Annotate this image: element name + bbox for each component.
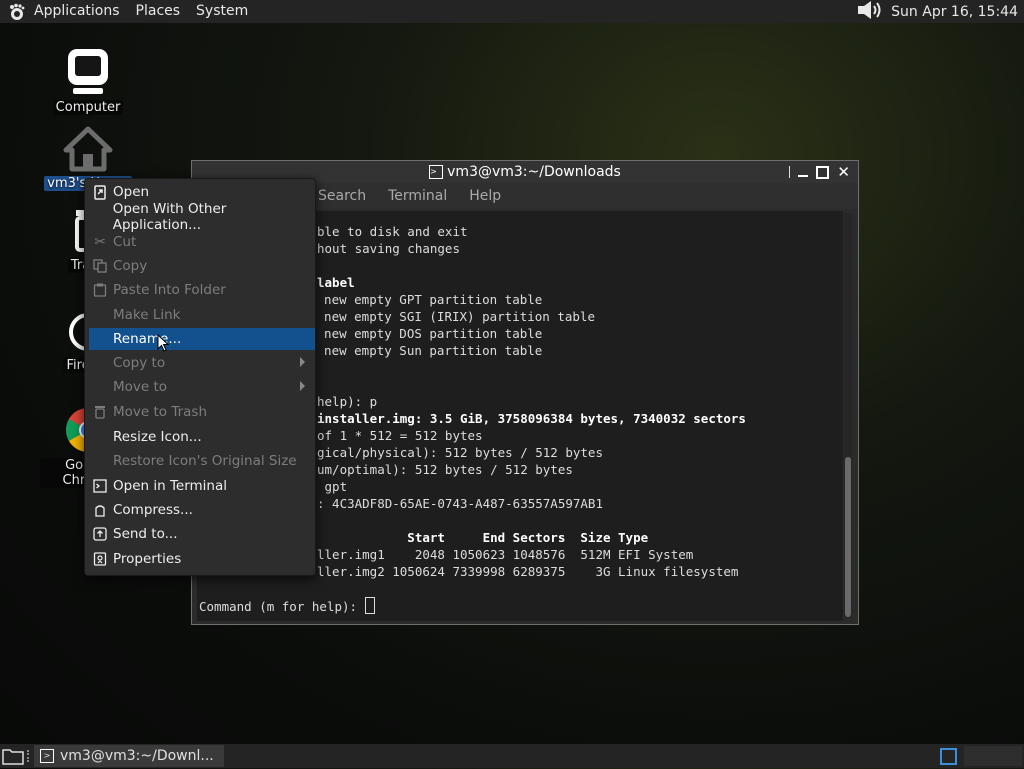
menu-terminal[interactable]: Terminal bbox=[388, 188, 447, 204]
terminal-line: new empty GPT partition table bbox=[309, 292, 543, 307]
desktop-icon-computer[interactable]: Computer bbox=[40, 46, 136, 115]
desktop-icon-label: Computer bbox=[52, 100, 124, 115]
terminal-prompt[interactable]: Command (m for help): bbox=[199, 597, 375, 614]
volume-icon[interactable] bbox=[857, 0, 885, 24]
menu-item-label: Properties bbox=[113, 551, 182, 567]
terminal-scrollbar[interactable] bbox=[844, 213, 852, 619]
menu-item-paste-into-folder: Paste Into Folder bbox=[89, 279, 315, 301]
menu-item-label: Send to... bbox=[113, 526, 178, 542]
places-menu[interactable]: Places bbox=[128, 0, 189, 23]
menu-item-label: Resize Icon... bbox=[113, 429, 202, 445]
menu-item-copy: Copy bbox=[89, 255, 315, 277]
paste-icon bbox=[92, 282, 108, 298]
menu-item-label: Rename... bbox=[113, 331, 182, 347]
show-desktop-icon[interactable] bbox=[2, 747, 24, 769]
menu-item-label: Move to Trash bbox=[113, 404, 208, 420]
context-menu: Open Open With Other Application... ✂ Cu… bbox=[84, 178, 316, 576]
terminal-line: label bbox=[317, 275, 355, 290]
terminal-line: gpt bbox=[317, 479, 348, 494]
menu-item-properties[interactable]: Properties bbox=[89, 548, 315, 570]
terminal-icon bbox=[92, 478, 108, 494]
terminal-line: new empty DOS partition table bbox=[309, 326, 543, 341]
terminal-line: new empty Sun partition table bbox=[309, 343, 543, 358]
copy-icon bbox=[92, 258, 108, 274]
menu-item-move-to-trash: Move to Trash bbox=[89, 401, 315, 423]
open-icon bbox=[92, 184, 108, 200]
send-icon bbox=[92, 526, 108, 542]
menu-item-label: Cut bbox=[113, 234, 137, 250]
menu-item-rename[interactable]: Rename... bbox=[89, 328, 315, 352]
terminal-line: hout saving changes bbox=[317, 241, 460, 256]
menu-item-label: Paste Into Folder bbox=[113, 282, 226, 298]
prompt-text: Command (m for help): bbox=[199, 599, 365, 614]
menu-item-resize-icon[interactable]: Resize Icon... bbox=[89, 426, 315, 448]
menu-item-label: Copy to bbox=[113, 355, 166, 371]
applications-menu[interactable]: Applications bbox=[26, 0, 128, 23]
menu-help[interactable]: Help bbox=[469, 188, 501, 204]
menu-item-copy-to: Copy to bbox=[89, 352, 315, 374]
workspace-switcher-2[interactable] bbox=[964, 746, 1022, 766]
menu-item-label: Open in Terminal bbox=[113, 478, 227, 494]
properties-icon bbox=[92, 551, 108, 567]
menu-item-label: Open With Other Application... bbox=[112, 201, 227, 233]
terminal-app-icon: > bbox=[40, 749, 54, 763]
workspace-switcher[interactable] bbox=[940, 748, 957, 765]
menu-item-cut: ✂ Cut bbox=[89, 231, 315, 253]
menu-item-label: Restore Icon's Original Size bbox=[113, 453, 297, 469]
computer-icon bbox=[68, 49, 108, 94]
close-icon[interactable]: ✕ bbox=[837, 163, 850, 181]
terminal-line: Start End Sectors Size Type bbox=[317, 530, 649, 545]
menu-item-label: Open bbox=[113, 184, 150, 200]
menu-item-label: Compress... bbox=[113, 502, 193, 518]
menu-item-compress[interactable]: Compress... bbox=[89, 499, 315, 521]
taskbar-button-terminal[interactable]: > vm3@vm3:~/Downl... bbox=[34, 745, 224, 767]
menu-item-move-to: Move to bbox=[89, 376, 315, 398]
bottom-panel: > vm3@vm3:~/Downl... bbox=[0, 744, 1024, 768]
terminal-line: ller.img2 1050624 7339998 6289375 3G Lin… bbox=[317, 564, 739, 579]
gnome-foot-icon[interactable] bbox=[8, 3, 26, 21]
compress-icon bbox=[92, 502, 108, 518]
menu-item-open-with[interactable]: Open With Other Application... bbox=[89, 201, 315, 233]
terminal-line: : 4C3ADF8D-65AE-0743-A487-63557A597AB1 bbox=[317, 496, 603, 511]
submenu-arrow-icon bbox=[300, 381, 305, 391]
menu-item-send-to[interactable]: Send to... bbox=[89, 523, 315, 545]
menu-search[interactable]: Search bbox=[318, 188, 366, 204]
trash-icon bbox=[92, 404, 108, 420]
terminal-line: ller.img1 2048 1050623 1048576 512M EFI … bbox=[317, 547, 694, 562]
menu-item-open[interactable]: Open bbox=[89, 181, 315, 203]
panel-separator-icon bbox=[27, 750, 32, 762]
terminal-line: gical/physical): 512 bytes / 512 bytes bbox=[317, 445, 603, 460]
terminal-line: new empty SGI (IRIX) partition table bbox=[309, 309, 595, 324]
cut-icon: ✂ bbox=[94, 234, 106, 250]
top-panel: Applications Places System Sun Apr 16, 1… bbox=[0, 0, 1024, 23]
mouse-pointer-icon bbox=[157, 334, 169, 352]
maximize-icon[interactable] bbox=[816, 165, 830, 179]
terminal-line: installer.img: 3.5 GiB, 3758096384 bytes… bbox=[317, 411, 746, 426]
minimize-icon[interactable] bbox=[798, 175, 809, 177]
text-cursor bbox=[364, 597, 375, 614]
menu-item-restore-icon-size: Restore Icon's Original Size bbox=[89, 450, 315, 472]
menu-item-label: Copy bbox=[113, 258, 148, 274]
home-icon bbox=[63, 126, 113, 172]
window-title: vm3@vm3:~/Downloads bbox=[447, 164, 621, 180]
clock[interactable]: Sun Apr 16, 15:44 bbox=[891, 4, 1018, 20]
menu-item-open-in-terminal[interactable]: Open in Terminal bbox=[89, 475, 315, 497]
terminal-line: help): p bbox=[317, 394, 378, 409]
system-menu[interactable]: System bbox=[188, 0, 256, 23]
taskbar-button-label: vm3@vm3:~/Downl... bbox=[60, 748, 214, 764]
menu-item-label: Make Link bbox=[113, 307, 181, 323]
window-menu-icon[interactable] bbox=[789, 166, 791, 178]
submenu-arrow-icon bbox=[300, 357, 305, 367]
terminal-line: ble to disk and exit bbox=[317, 224, 468, 239]
terminal-line: um/optimal): 512 bytes / 512 bytes bbox=[317, 462, 573, 477]
menu-item-make-link: Make Link bbox=[89, 304, 315, 326]
terminal-line: of 1 * 512 = 512 bytes bbox=[317, 428, 483, 443]
scrollbar-thumb[interactable] bbox=[845, 457, 851, 617]
terminal-app-icon: > bbox=[429, 165, 444, 179]
menu-item-label: Move to bbox=[113, 379, 168, 395]
